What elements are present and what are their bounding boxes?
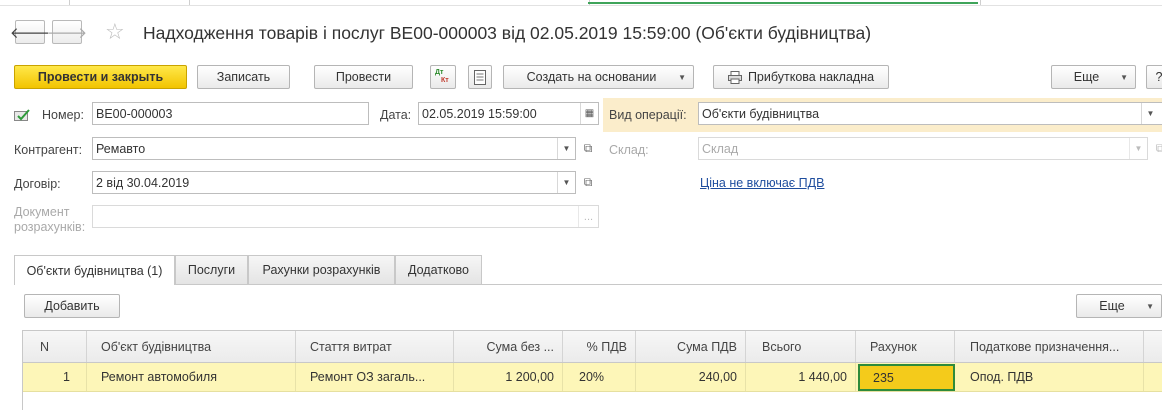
posted-status-icon [14, 109, 30, 121]
more-button[interactable]: Еще ▼ [1051, 65, 1136, 89]
total-cell[interactable]: 1 440,00 [746, 363, 856, 391]
tab-services[interactable]: Послуги [175, 255, 248, 284]
tab-settlement-accounts[interactable]: Рахунки розрахунків [248, 255, 395, 284]
dropdown-arrow-icon: ▼ [1146, 301, 1154, 311]
dt-kt-icon: Дт Кт [435, 69, 449, 84]
dropdown-arrow-icon[interactable]: ▼ [557, 138, 575, 159]
date-field[interactable]: 02.05.2019 15:59:00 ▦ [418, 102, 599, 125]
column-header[interactable]: Рахунок [856, 331, 955, 362]
dropdown-arrow-icon: ▼ [678, 72, 686, 82]
open-contract-icon[interactable]: ⧉ [578, 171, 598, 194]
page-title: Надходження товарів і послуг ВЕ00-000003… [143, 23, 872, 43]
counterparty-label: Контрагент: [14, 143, 83, 157]
dropdown-arrow-icon[interactable]: ▼ [557, 172, 575, 193]
document-icon [474, 69, 486, 85]
account-cell[interactable]: 235 [858, 364, 955, 391]
settlement-doc-label: Документ розрахунків: [14, 205, 86, 234]
window-tab-strip [0, 0, 1162, 6]
construction-objects-table[interactable]: N Об'єкт будівництва Стаття витрат Сума … [22, 330, 1162, 410]
row-number-cell[interactable]: 1 [23, 363, 87, 391]
receipt-invoice-button[interactable]: Прибуткова накладна [713, 65, 889, 89]
contract-field[interactable]: 2 від 30.04.2019 ▼ [92, 171, 576, 194]
column-header[interactable]: Об'єкт будівництва [87, 331, 296, 362]
calendar-icon[interactable]: ▦ [580, 103, 598, 124]
column-header-overflow [1144, 331, 1162, 362]
warehouse-field: Склад ▼ [698, 137, 1148, 160]
number-field[interactable]: ВЕ00-000003 [92, 102, 369, 125]
post-button[interactable]: Провести [314, 65, 413, 89]
tab-additional[interactable]: Додатково [395, 255, 482, 284]
open-counterparty-icon[interactable]: ⧉ [578, 137, 598, 160]
window-tab[interactable] [980, 0, 1162, 5]
forward-button[interactable]: 🡒 [47, 20, 87, 44]
column-header[interactable]: Сума ПДВ [636, 331, 746, 362]
column-header[interactable]: Стаття витрат [296, 331, 454, 362]
write-button[interactable]: Записать [197, 65, 290, 89]
column-header[interactable]: Всього [746, 331, 856, 362]
arrow-left-icon: 🡐 [9, 24, 51, 42]
vat-rate-cell[interactable]: 20% [563, 363, 636, 391]
operation-select[interactable]: Об'єкти будівництва ▼ [698, 102, 1162, 125]
open-warehouse-icon: ⧉ [1155, 141, 1162, 155]
window-tab[interactable] [190, 0, 590, 5]
operation-label: Вид операції: [609, 108, 687, 122]
dt-kt-button[interactable]: Дт Кт [430, 65, 456, 89]
table-header: N Об'єкт будівництва Стаття витрат Сума … [23, 331, 1162, 363]
column-header[interactable]: Податкове призначення... [955, 331, 1144, 362]
warehouse-label: Склад: [609, 143, 649, 157]
table-row[interactable]: 1 Ремонт автомобиля Ремонт ОЗ загаль... … [23, 363, 1162, 392]
contract-label: Договір: [14, 177, 61, 191]
dropdown-arrow-icon: ▼ [1120, 72, 1128, 82]
help-icon: ? [1155, 70, 1162, 84]
window-tab[interactable] [70, 0, 190, 5]
table-more-button[interactable]: Еще ▼ [1076, 294, 1162, 318]
dropdown-arrow-icon: ▼ [1129, 138, 1147, 159]
help-button[interactable]: ? [1146, 65, 1162, 89]
column-header[interactable]: Сума без ... [454, 331, 563, 362]
select-ellipsis-button: ... [578, 206, 598, 227]
expense-item-cell[interactable]: Ремонт ОЗ загаль... [296, 363, 454, 391]
tax-purpose-cell[interactable]: Опод. ПДВ [955, 363, 1144, 391]
amount-without-vat-cell[interactable]: 1 200,00 [454, 363, 563, 391]
date-label: Дата: [380, 108, 412, 122]
counterparty-field[interactable]: Ремавто ▼ [92, 137, 576, 160]
report-button[interactable] [468, 65, 492, 89]
post-and-close-button[interactable]: Провести и закрыть [14, 65, 187, 89]
object-cell[interactable]: Ремонт автомобиля [87, 363, 296, 391]
window-tab[interactable] [0, 0, 70, 5]
tab-construction-objects[interactable]: Об'єкти будівництва (1) [14, 255, 175, 285]
column-header[interactable]: N [23, 331, 87, 362]
arrow-right-icon: 🡒 [46, 24, 88, 42]
row-overflow-cell [1144, 363, 1162, 391]
back-button[interactable]: 🡐 [10, 20, 50, 44]
create-based-on-button[interactable]: Создать на основании ▼ [503, 65, 694, 89]
add-row-button[interactable]: Добавить [24, 294, 120, 318]
dropdown-arrow-icon[interactable]: ▼ [1141, 103, 1159, 124]
settlement-doc-field: ... [92, 205, 599, 228]
printer-icon [727, 70, 742, 84]
vat-amount-cell[interactable]: 240,00 [636, 363, 746, 391]
active-window-indicator [588, 2, 978, 4]
tab-divider [14, 284, 1162, 285]
price-excludes-vat-link[interactable]: Ціна не включає ПДВ [700, 176, 824, 190]
favorite-star-icon[interactable]: ☆ [105, 20, 125, 44]
column-header[interactable]: % ПДВ [563, 331, 636, 362]
number-label: Номер: [42, 108, 84, 122]
